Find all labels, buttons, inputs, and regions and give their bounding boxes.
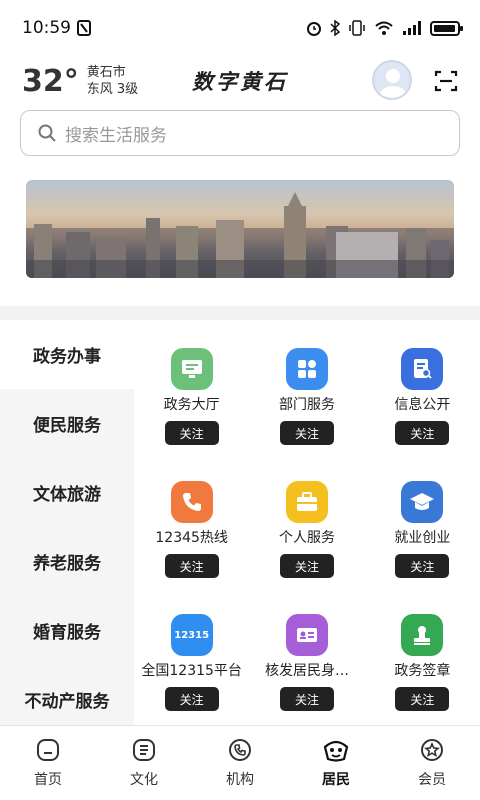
service-label: 就业创业 xyxy=(394,530,451,546)
apps-icon xyxy=(285,348,328,390)
temperature: 32° xyxy=(22,63,79,99)
service-grid: 政务大厅 关注 部门服务 关注 信息公开 关注 12345热线 关注 个人服务 … xyxy=(134,320,480,725)
header: 32° 黄石市 东风 3级 数字黄石 xyxy=(0,56,480,106)
bottom-tab-bar: 首页 文化 机构 居民 会员 xyxy=(0,725,480,800)
service-item[interactable]: 政务大厅 关注 xyxy=(134,348,249,459)
home-icon xyxy=(37,739,59,761)
resident-icon xyxy=(323,740,349,762)
sidebar-item-culture-tourism[interactable]: 文体旅游 xyxy=(0,458,134,527)
member-icon xyxy=(421,739,443,761)
sidebar-item-label: 婚育服务 xyxy=(33,623,101,643)
institution-icon xyxy=(229,739,251,761)
nfc-icon xyxy=(77,20,91,36)
service-label: 部门服务 xyxy=(278,397,335,413)
follow-button[interactable]: 关注 xyxy=(164,687,219,711)
culture-icon xyxy=(133,739,155,761)
service-item[interactable]: 就业创业 关注 xyxy=(365,481,480,592)
service-section: 政务办事 便民服务 文体旅游 养老服务 婚育服务 不动产服务 政务大厅 关注 部… xyxy=(0,320,480,725)
sidebar-item-real-estate[interactable]: 不动产服务 xyxy=(0,665,134,734)
follow-button[interactable]: 关注 xyxy=(279,421,334,445)
status-bar: 10:59 xyxy=(0,0,480,56)
tab-member[interactable]: 会员 xyxy=(384,726,480,800)
tab-label: 居民 xyxy=(322,772,350,788)
service-item[interactable]: 部门服务 关注 xyxy=(249,348,364,459)
app-title: 数字黄石 xyxy=(192,69,288,94)
service-item[interactable]: 个人服务 关注 xyxy=(249,481,364,592)
section-divider xyxy=(0,306,480,320)
signal-icon xyxy=(403,21,421,35)
service-label: 全国12315平台 xyxy=(141,663,242,679)
weather-info: 黄石市 东风 3级 xyxy=(87,64,138,98)
tab-culture[interactable]: 文化 xyxy=(96,726,192,800)
search-placeholder: 搜索生活服务 xyxy=(65,125,167,146)
tab-label: 文化 xyxy=(130,772,158,788)
tab-label: 机构 xyxy=(226,772,254,788)
follow-button[interactable]: 关注 xyxy=(279,687,334,711)
tab-label: 首页 xyxy=(34,772,62,788)
sidebar-item-elderly[interactable]: 养老服务 xyxy=(0,527,134,596)
sidebar-item-label: 不动产服务 xyxy=(24,692,110,712)
sidebar-item-label: 养老服务 xyxy=(33,554,101,574)
follow-button[interactable]: 关注 xyxy=(164,554,219,578)
service-label: 政务大厅 xyxy=(163,397,220,413)
follow-button[interactable]: 关注 xyxy=(395,554,450,578)
service-item[interactable]: 12345热线 关注 xyxy=(134,481,249,592)
service-item[interactable]: 核发居民身… 关注 xyxy=(249,614,364,725)
service-item[interactable]: 政务签章 关注 xyxy=(365,614,480,725)
document-search-icon xyxy=(401,348,444,390)
service-item[interactable]: 12315 全国12315平台 关注 xyxy=(134,614,249,725)
alarm-icon xyxy=(307,22,321,36)
service-label: 政务签章 xyxy=(394,663,451,679)
follow-button[interactable]: 关注 xyxy=(395,421,450,445)
search-icon xyxy=(38,124,56,142)
sidebar-item-label: 便民服务 xyxy=(33,416,101,436)
vibrate-icon xyxy=(349,20,365,36)
sidebar-item-government[interactable]: 政务办事 xyxy=(0,320,134,389)
status-time: 10:59 xyxy=(22,18,71,38)
sidebar-item-label: 政务办事 xyxy=(33,347,101,367)
tab-home[interactable]: 首页 xyxy=(0,726,96,800)
monitor-icon xyxy=(170,348,213,390)
city-banner-image[interactable] xyxy=(26,180,454,278)
follow-button[interactable]: 关注 xyxy=(279,554,334,578)
sidebar-item-convenience[interactable]: 便民服务 xyxy=(0,389,134,458)
battery-icon xyxy=(430,20,463,36)
scan-icon[interactable] xyxy=(434,69,458,93)
tab-resident[interactable]: 居民 xyxy=(288,726,384,800)
bluetooth-icon xyxy=(330,20,340,36)
briefcase-icon xyxy=(285,481,328,523)
phone-icon xyxy=(170,481,213,523)
service-label: 12345热线 xyxy=(155,530,228,546)
tab-label: 会员 xyxy=(418,772,446,788)
wind-label: 东风 3级 xyxy=(86,82,139,97)
service-item[interactable]: 信息公开 关注 xyxy=(365,348,480,459)
city-label: 黄石市 xyxy=(86,65,126,80)
service-label: 个人服务 xyxy=(278,530,335,546)
service-label: 信息公开 xyxy=(394,397,451,413)
graduation-cap-icon xyxy=(401,481,444,523)
sidebar-item-marriage-birth[interactable]: 婚育服务 xyxy=(0,596,134,665)
follow-button[interactable]: 关注 xyxy=(395,687,450,711)
avatar[interactable] xyxy=(372,60,412,100)
service-label: 核发居民身… xyxy=(264,663,349,679)
follow-button[interactable]: 关注 xyxy=(164,421,219,445)
stamp-icon xyxy=(401,614,444,656)
city-skyline xyxy=(26,192,454,278)
sidebar-item-label: 文体旅游 xyxy=(33,485,101,505)
category-sidebar: 政务办事 便民服务 文体旅游 养老服务 婚育服务 不动产服务 xyxy=(0,320,134,725)
wifi-icon xyxy=(375,21,393,35)
badge-12315-icon: 12315 xyxy=(170,614,213,656)
id-card-icon xyxy=(285,614,328,656)
tab-institution[interactable]: 机构 xyxy=(192,726,288,800)
search-bar[interactable]: 搜索生活服务 xyxy=(20,110,460,156)
